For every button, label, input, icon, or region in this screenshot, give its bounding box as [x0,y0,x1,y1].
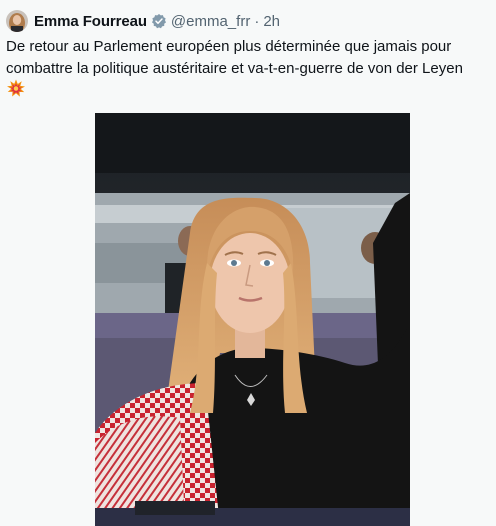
author-name[interactable]: Emma Fourreau [34,13,147,30]
tweet-photo[interactable] [95,113,410,526]
separator-dot: · [254,12,260,30]
avatar[interactable] [6,10,28,32]
tweet-text-line: combattre la politique austéritaire et v… [6,60,463,77]
tweet-text: De retour au Parlement européen plus dét… [6,36,490,80]
tweet-card[interactable]: Emma Fourreau @emma_frr · 2h De retour a… [0,0,496,526]
tweet-text-line: De retour au Parlement européen plus dét… [6,38,452,55]
timestamp[interactable]: 2h [263,13,280,30]
collision-emoji-icon [7,79,25,97]
author-handle[interactable]: @emma_frr [171,13,250,30]
tweet-header: Emma Fourreau @emma_frr · 2h [6,9,280,33]
verified-badge-icon[interactable] [151,13,167,29]
